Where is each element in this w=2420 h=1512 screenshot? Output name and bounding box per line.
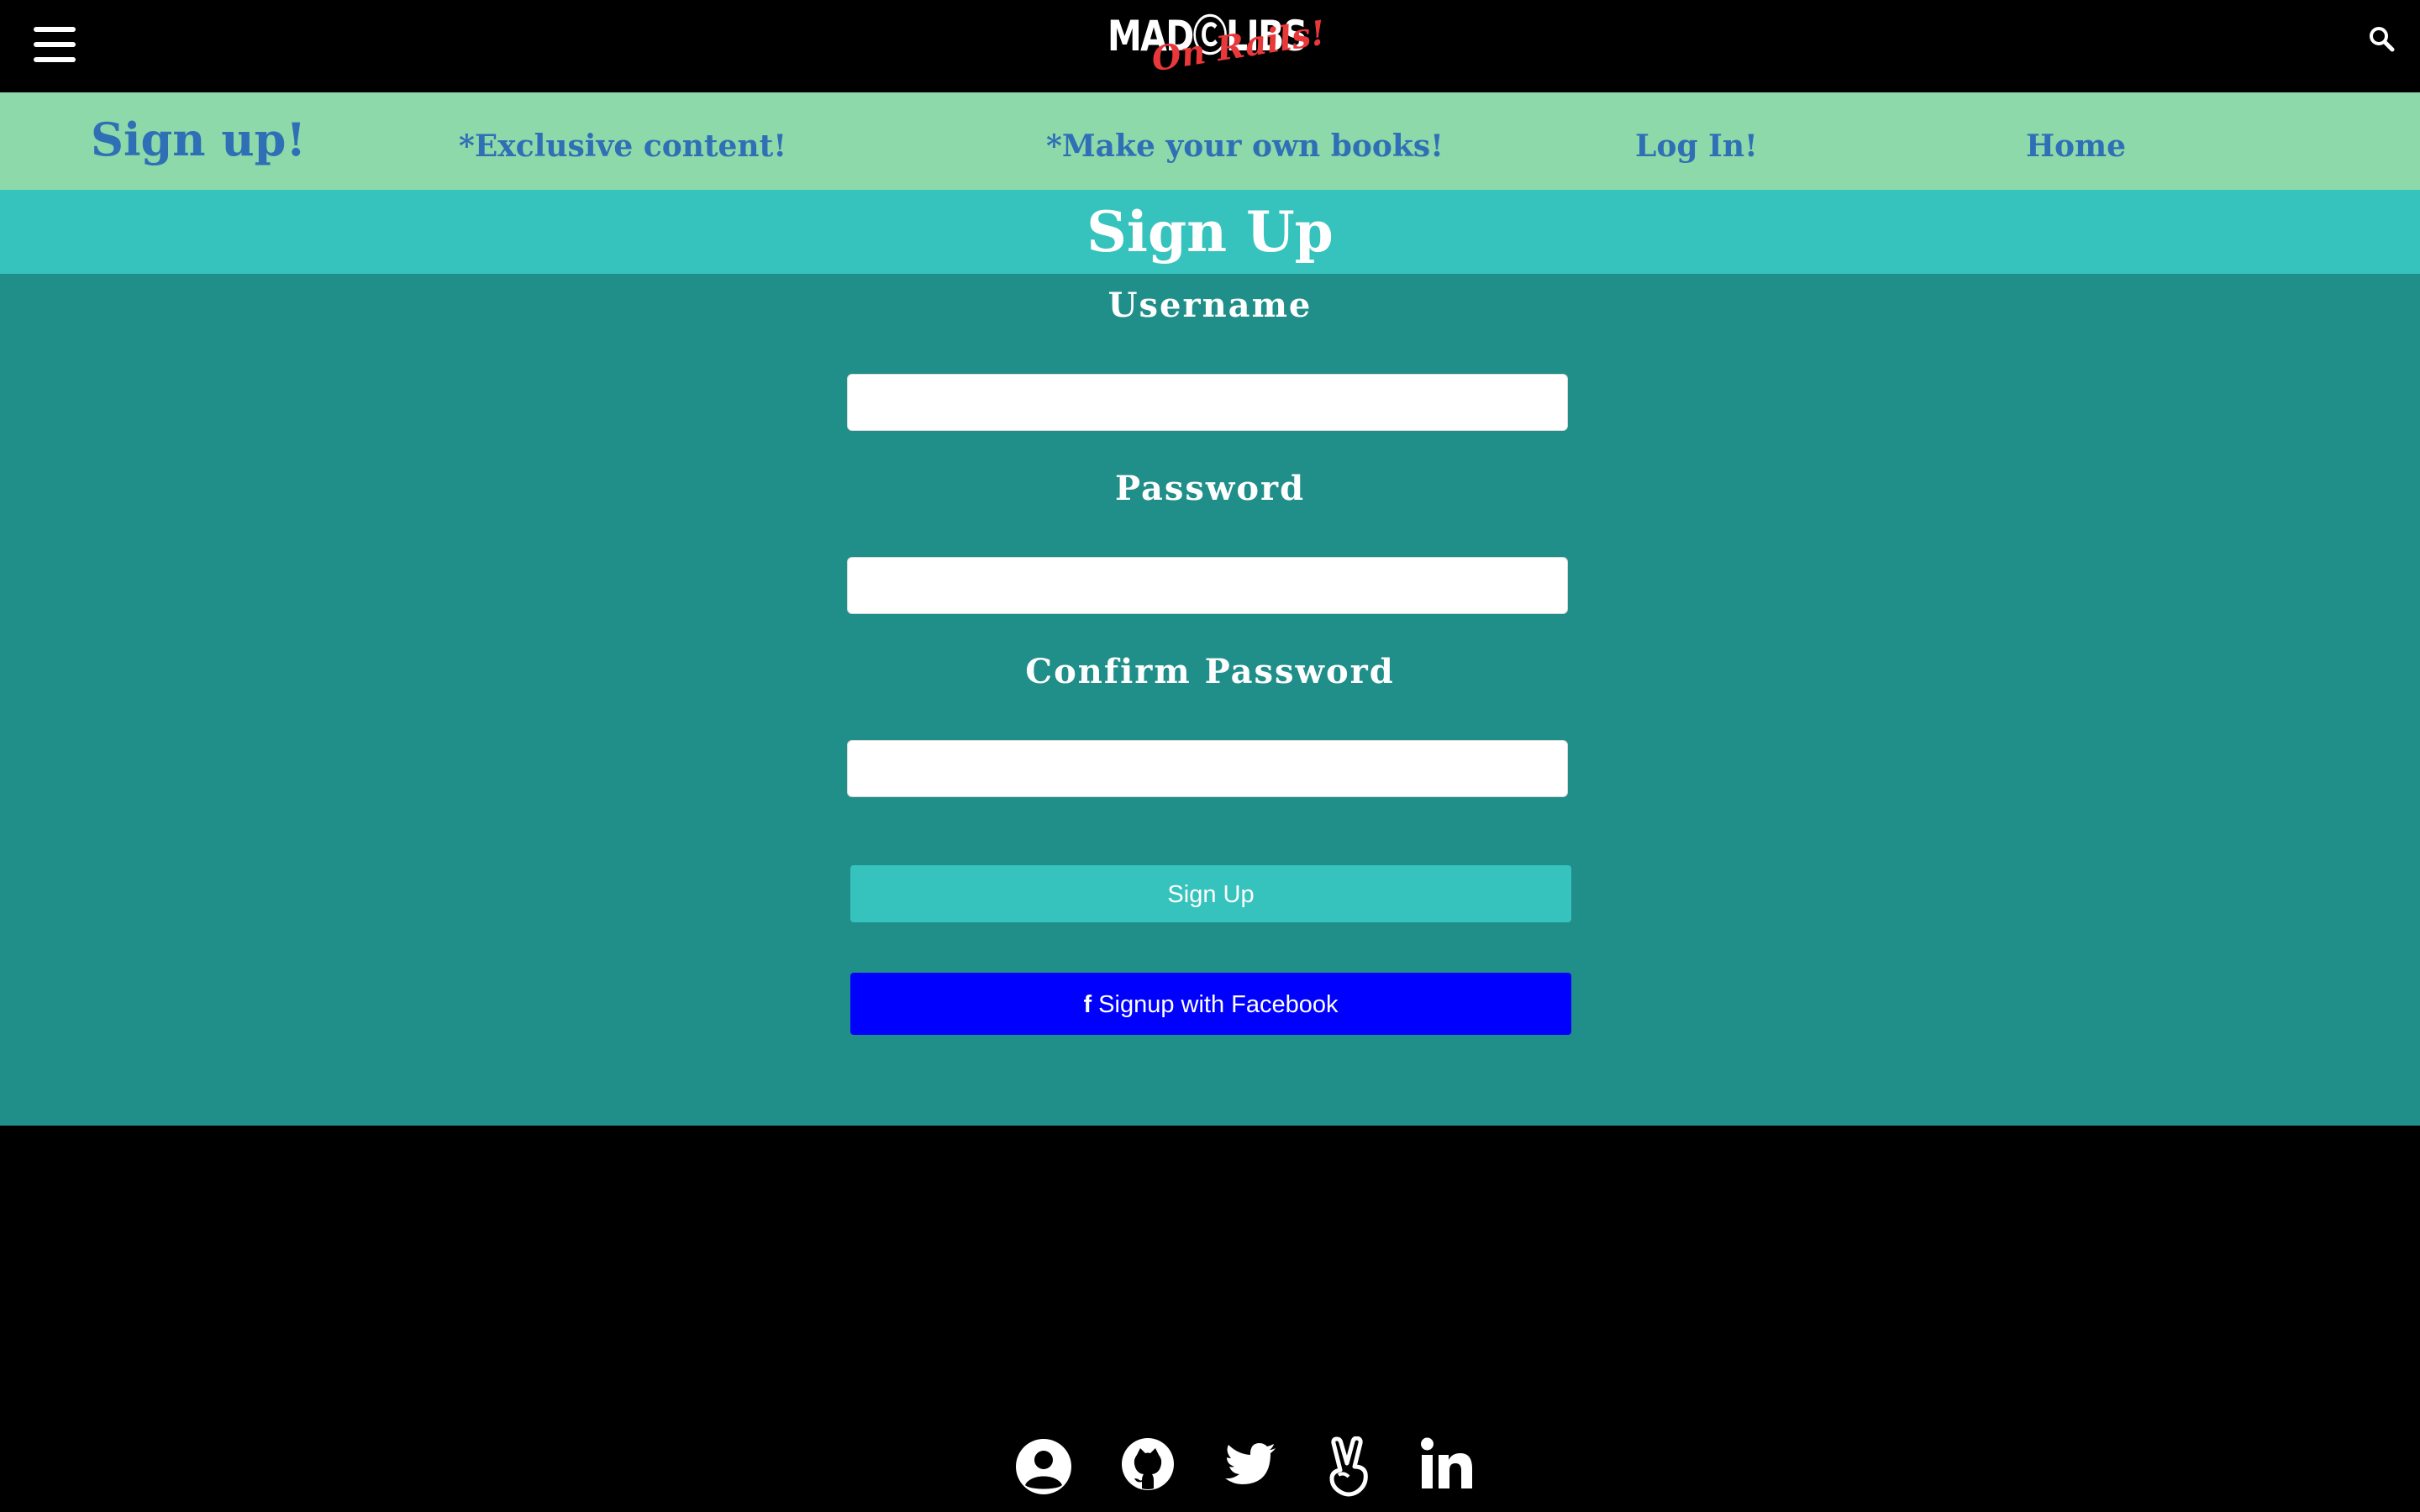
menu-line: [34, 57, 76, 62]
confirm-password-input[interactable]: [847, 740, 1568, 797]
mad-libs-logo[interactable]: MADⒸLIBS On Rails!: [1107, 13, 1328, 91]
facebook-signup-button[interactable]: f Signup with Facebook: [850, 973, 1571, 1035]
page-footer: [0, 1126, 2420, 1512]
github-icon[interactable]: [1120, 1436, 1181, 1497]
sign-up-button[interactable]: Sign Up: [850, 865, 1571, 922]
page-title-band: Sign Up: [0, 190, 2420, 274]
facebook-signup-label: Signup with Facebook: [1098, 991, 1339, 1018]
nav-item-home[interactable]: Home: [2026, 92, 2126, 190]
confirm-password-label: Confirm Password: [1025, 652, 1395, 691]
hamburger-menu-icon[interactable]: [34, 25, 76, 64]
linkedin-icon[interactable]: [1420, 1436, 1481, 1497]
password-input[interactable]: [847, 557, 1568, 614]
facebook-f-icon: f: [1083, 991, 1092, 1018]
signup-form: Username Password Confirm Password Sign …: [0, 274, 2420, 1126]
nav-brand-signup[interactable]: Sign up!: [91, 92, 306, 190]
top-header: MADⒸLIBS On Rails!: [0, 0, 2420, 92]
user-circle-icon[interactable]: [1013, 1436, 1074, 1497]
sign-up-button-label: Sign Up: [1167, 881, 1255, 908]
username-input[interactable]: [847, 374, 1568, 431]
username-label: Username: [1107, 286, 1313, 325]
angellist-icon[interactable]: [1327, 1436, 1387, 1497]
nav-item-login[interactable]: Log In!: [1635, 92, 1758, 190]
nav-item-make-books[interactable]: *Make your own books!: [1046, 92, 1444, 190]
nav-bar: Sign up! *Exclusive content! *Make your …: [0, 92, 2420, 190]
menu-line: [34, 42, 76, 47]
nav-item-exclusive-content[interactable]: *Exclusive content!: [459, 92, 786, 190]
password-label: Password: [1114, 469, 1306, 508]
page-title: Sign Up: [1086, 199, 1334, 265]
twitter-icon[interactable]: [1223, 1436, 1284, 1497]
search-icon[interactable]: [2368, 25, 2395, 52]
menu-line: [34, 27, 76, 32]
